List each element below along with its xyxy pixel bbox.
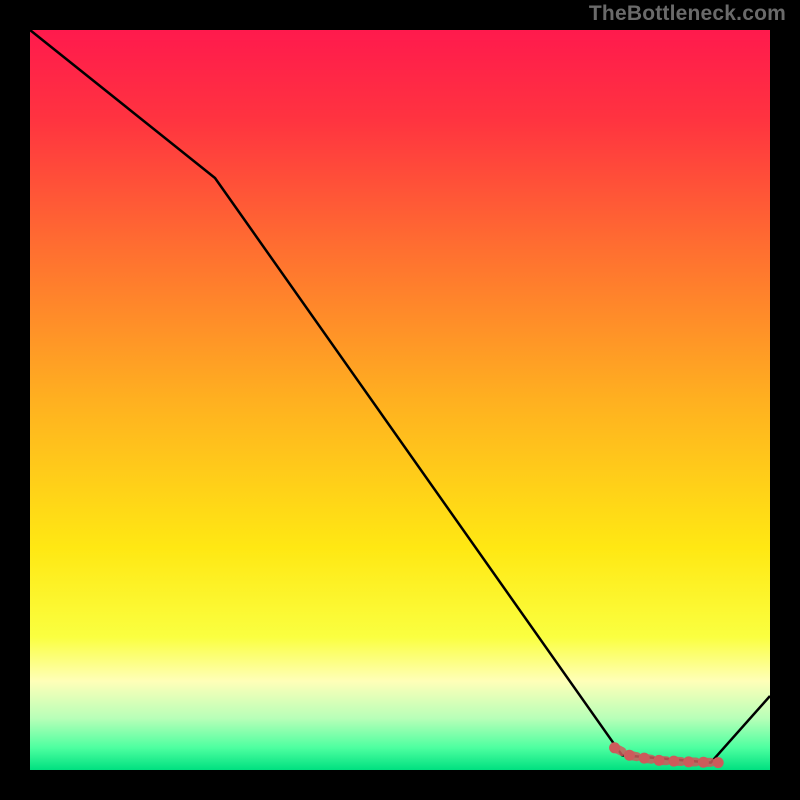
attribution-label: TheBottleneck.com bbox=[589, 2, 786, 26]
plot-area bbox=[30, 30, 770, 770]
bottleneck-chart bbox=[30, 30, 770, 770]
gradient-background bbox=[30, 30, 770, 770]
optimal-range-point bbox=[713, 757, 724, 768]
chart-container: TheBottleneck.com bbox=[0, 0, 800, 800]
